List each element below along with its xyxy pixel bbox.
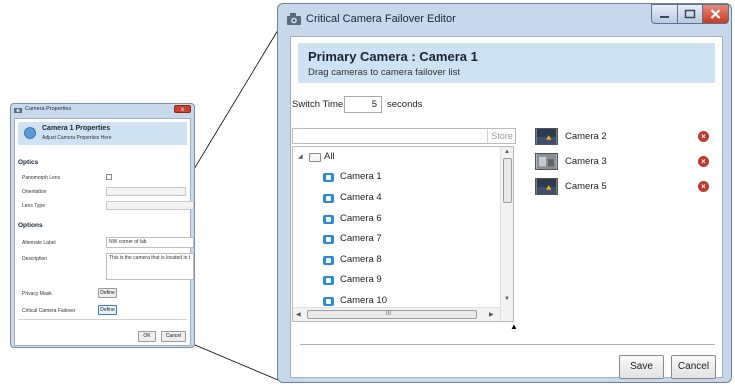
header-band: Camera 1 Properties Adjust Camera Proper… xyxy=(18,122,187,145)
tree-item-label: Camera 9 xyxy=(340,274,382,285)
horizontal-scrollbar[interactable]: ◀ III ▶ xyxy=(293,307,500,321)
camera-icon xyxy=(323,173,334,182)
expand-triangle-icon[interactable]: ◢ xyxy=(298,153,303,160)
remove-icon[interactable]: × xyxy=(698,181,709,192)
camera-properties-window: Camera Properties x Camera 1 Properties … xyxy=(10,103,195,348)
tree-item[interactable]: Camera 7 xyxy=(293,231,493,250)
failover-item[interactable]: Camera 2 × xyxy=(535,128,715,148)
camera-icon xyxy=(323,194,334,203)
cancel-button[interactable]: Cancel xyxy=(671,355,716,379)
close-button[interactable] xyxy=(702,4,729,24)
lens-type-select[interactable] xyxy=(106,201,194,210)
header-title: Camera 1 Properties xyxy=(42,125,111,132)
window-title: Critical Camera Failover Editor xyxy=(306,13,456,25)
close-button[interactable]: x xyxy=(174,105,191,113)
window-body: Primary Camera : Camera 1 Drag cameras t… xyxy=(290,36,723,379)
header-subtitle: Adjust Camera Properties Here xyxy=(42,135,112,141)
switch-time-unit: seconds xyxy=(387,99,423,110)
close-icon xyxy=(710,9,721,19)
camera-icon xyxy=(323,276,334,285)
camera-app-icon xyxy=(14,108,22,113)
header-band: Primary Camera : Camera 1 Drag cameras t… xyxy=(298,43,715,83)
tree-item-label: Camera 7 xyxy=(340,233,382,244)
scroll-down-icon[interactable]: ▼ xyxy=(504,296,510,302)
failover-item-label: Camera 5 xyxy=(565,181,607,192)
description-label: Description xyxy=(22,256,48,262)
camera-thumbnail xyxy=(535,178,558,195)
orientation-field[interactable] xyxy=(106,187,186,196)
camera-icon xyxy=(24,127,36,139)
camera-tree[interactable]: ◢ All Camera 1 Camera 4 Camera 6 Camera … xyxy=(292,146,514,322)
tree-item-label: Camera 10 xyxy=(340,295,387,306)
panomorph-checkbox[interactable] xyxy=(106,174,112,180)
failover-item-label: Camera 2 xyxy=(565,131,607,142)
scroll-up-icon[interactable]: ▲ xyxy=(504,149,510,155)
camera-icon xyxy=(323,256,334,265)
header-subtitle: Drag cameras to camera failover list xyxy=(308,67,461,78)
ok-button[interactable]: OK xyxy=(138,331,156,342)
save-button[interactable]: Save xyxy=(619,355,664,379)
tree-item[interactable]: Camera 8 xyxy=(293,252,493,271)
close-icon: x xyxy=(181,107,184,113)
scroll-thumb[interactable] xyxy=(503,158,512,203)
camera-icon xyxy=(323,235,334,244)
tree-item[interactable]: Camera 6 xyxy=(293,211,493,230)
camera-icon xyxy=(323,215,334,224)
failover-define-button[interactable]: Define xyxy=(98,305,117,315)
privacy-mask-define-button[interactable]: Define xyxy=(98,288,117,298)
window-body: Camera 1 Properties Adjust Camera Proper… xyxy=(14,118,194,346)
panomorph-label: Panomorph Lens xyxy=(22,175,61,181)
optics-heading: Optics xyxy=(18,159,39,166)
failover-item[interactable]: Camera 5 × xyxy=(535,178,715,198)
tree-item[interactable]: Camera 4 xyxy=(293,190,493,209)
switch-time-label: Switch Time xyxy=(292,99,344,110)
scroll-right-icon[interactable]: ▶ xyxy=(489,311,494,318)
scroll-grip: III xyxy=(386,311,392,317)
camera-icon xyxy=(323,297,334,306)
header-title: Primary Camera : Camera 1 xyxy=(308,49,478,64)
vertical-scrollbar[interactable]: ▲ ▼ xyxy=(500,147,513,321)
minimize-icon xyxy=(660,16,669,18)
tree-root-all[interactable]: ◢ All xyxy=(293,150,493,169)
folder-icon xyxy=(309,153,321,162)
maximize-icon xyxy=(684,9,696,19)
tree-root-label: All xyxy=(324,151,335,162)
options-heading: Options xyxy=(18,222,43,229)
tree-item-label: Camera 1 xyxy=(340,171,382,182)
window-title: Camera Properties xyxy=(25,106,72,112)
lens-type-label: Lens Type xyxy=(22,203,45,209)
divider xyxy=(18,319,187,320)
alternate-label-label: Alternate Label xyxy=(22,240,56,246)
remove-icon[interactable]: × xyxy=(698,156,709,167)
remove-icon[interactable]: × xyxy=(698,131,709,142)
failover-item[interactable]: Camera 3 × xyxy=(535,153,715,173)
title-bar: Camera Properties x xyxy=(11,104,194,117)
alternate-label-input[interactable]: NW corner of lab xyxy=(106,237,194,248)
cancel-button[interactable]: Cancel xyxy=(161,331,186,342)
camera-thumbnail xyxy=(535,153,558,170)
failover-editor-window: Critical Camera Failover Editor Primary … xyxy=(277,3,732,383)
failover-label: Critical Camera Failover xyxy=(22,308,76,314)
tree-item-label: Camera 4 xyxy=(340,192,382,203)
switch-time-input[interactable]: 5 xyxy=(344,96,382,113)
description-textarea[interactable]: This is the camera that is located in t xyxy=(106,253,194,280)
tree-item-label: Camera 8 xyxy=(340,254,382,265)
scroll-left-icon[interactable]: ◀ xyxy=(296,311,301,318)
tree-item-label: Camera 6 xyxy=(340,213,382,224)
tree-item[interactable]: Camera 1 xyxy=(293,169,493,188)
camera-search-input[interactable]: Store xyxy=(292,128,516,144)
resize-triangle-icon[interactable]: ▲ xyxy=(510,322,518,331)
orientation-label: Orientation xyxy=(22,189,47,195)
tree-item[interactable]: Camera 9 xyxy=(293,272,493,291)
store-button[interactable]: Store xyxy=(487,129,516,143)
camera-app-icon xyxy=(287,13,301,25)
divider xyxy=(300,344,715,345)
privacy-mask-label: Privacy Mask xyxy=(22,291,52,297)
camera-thumbnail xyxy=(535,128,558,145)
failover-item-label: Camera 3 xyxy=(565,156,607,167)
minimize-button[interactable] xyxy=(651,4,678,24)
failover-list xyxy=(291,37,292,38)
maximize-button[interactable] xyxy=(677,4,703,24)
scroll-thumb[interactable]: III xyxy=(307,310,477,319)
